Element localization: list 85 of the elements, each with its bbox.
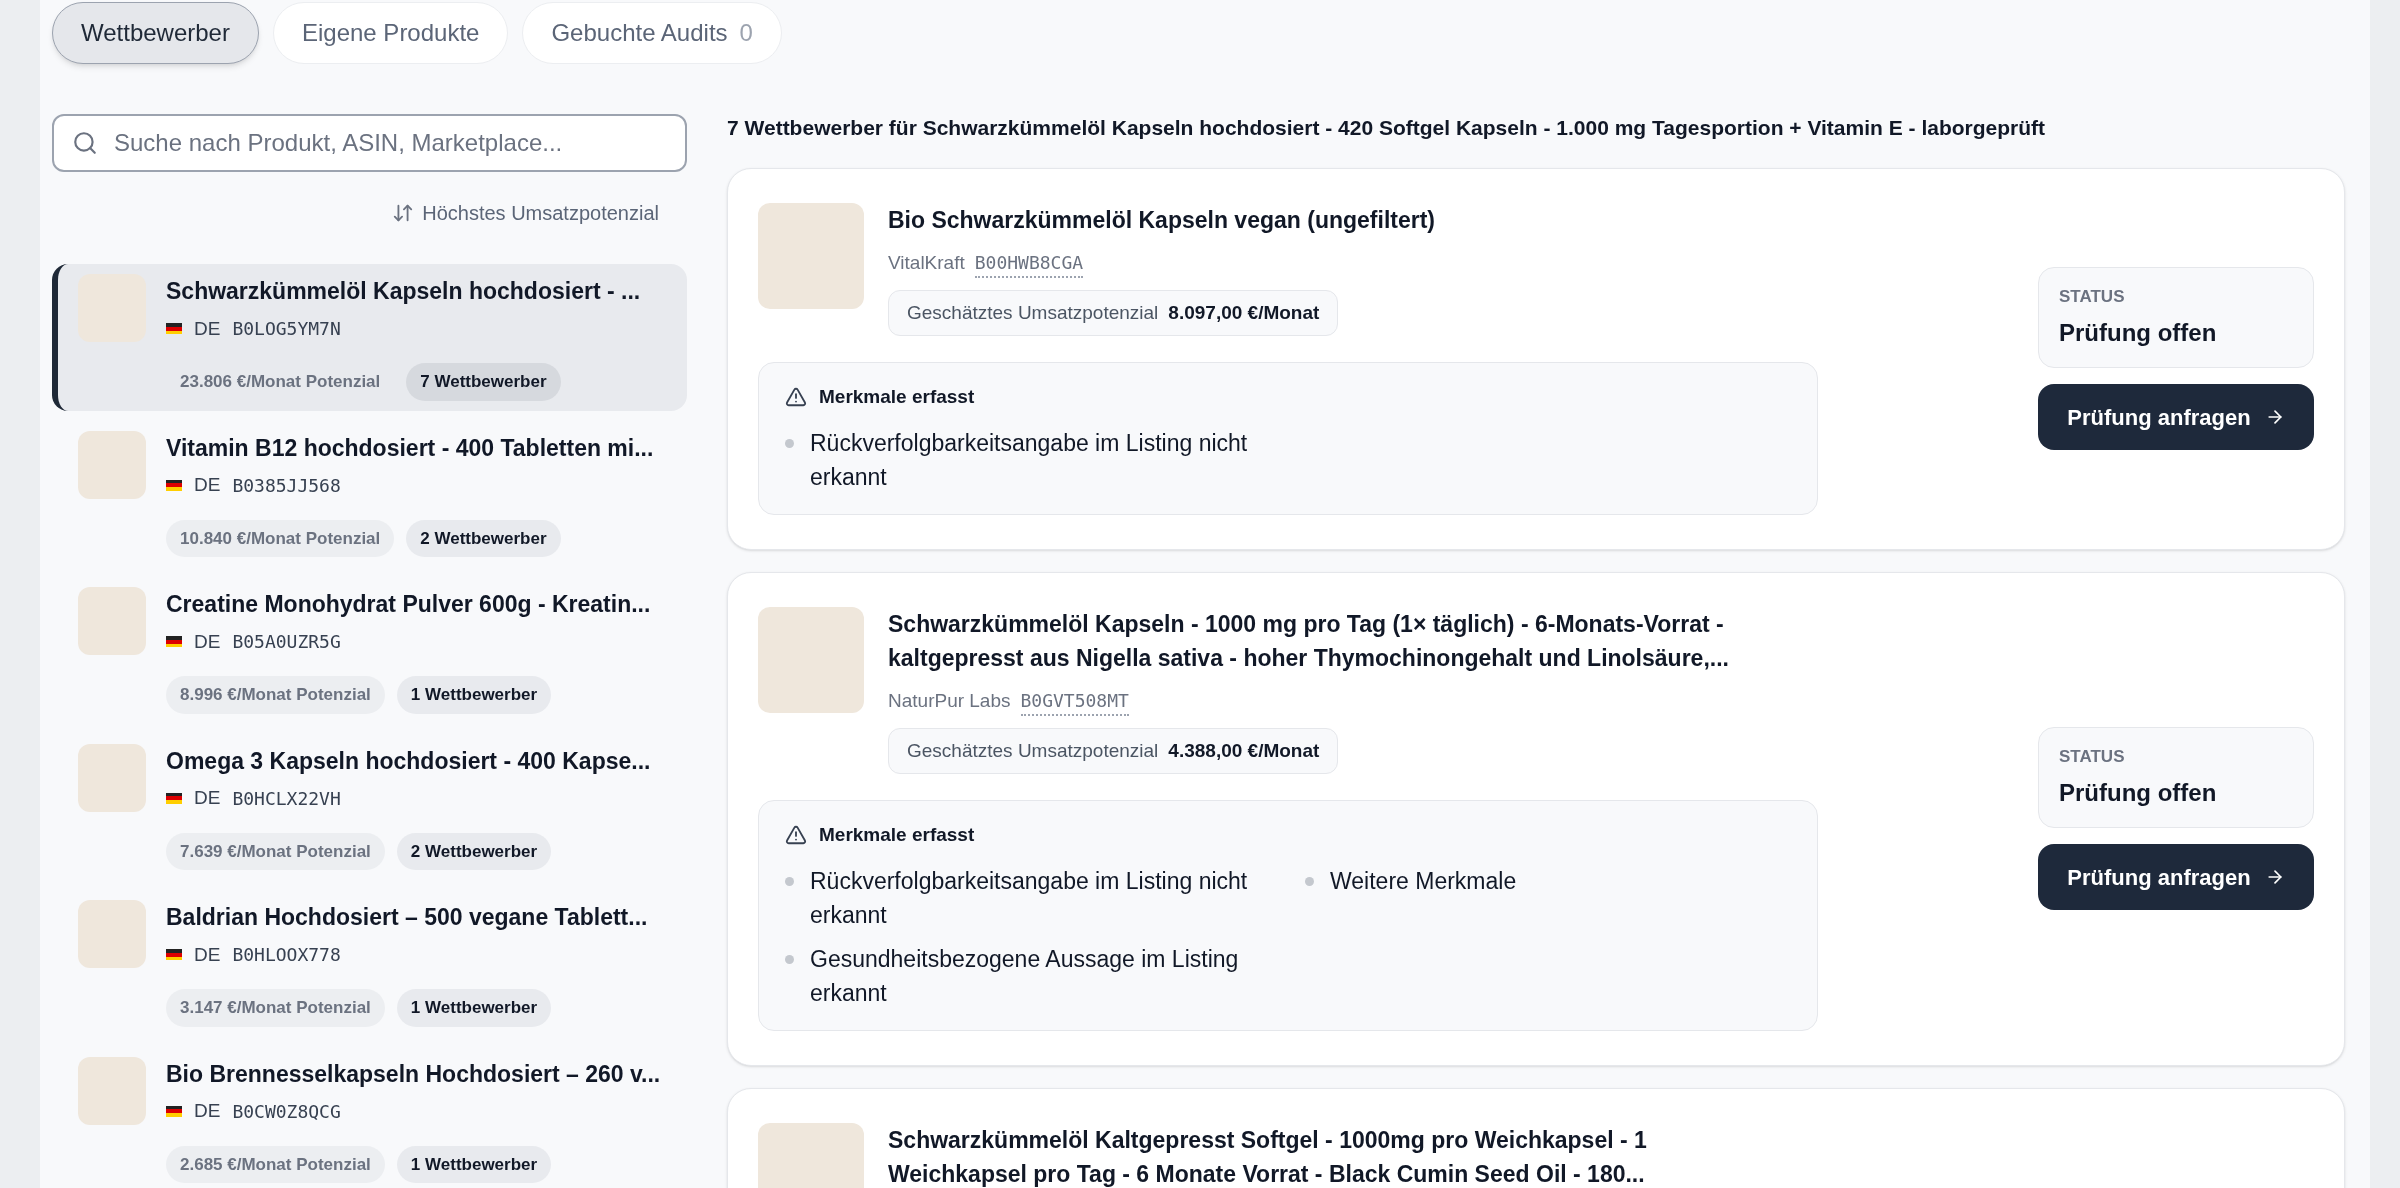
potential-text: 2.685 €/Monat Potenzial [166,1145,385,1183]
asin: B0LOG5YM7N [232,317,341,342]
request-review-button[interactable]: Prüfung anfragen [2038,844,2314,911]
flag-icon [166,479,182,491]
flag-icon [166,1105,182,1117]
brand-name: VitalKraft [888,250,965,275]
flag-icon [166,323,182,335]
product-title: Creatine Monohydrat Pulver 600g - Kreatin... [166,590,651,619]
country-code: DE [194,473,221,497]
request-review-button[interactable]: Prüfung anfragen [2038,384,2314,451]
asin: B0385JJ568 [232,473,341,498]
potential-text: 23.806 €/Monat Potenzial [179,371,382,393]
potential-text: 10.840 €/Monat Potenzial [166,519,395,557]
competitor-count-text: 1 Wettbewerber [396,1145,552,1183]
product-list-item[interactable]: Baldrian Hochdosiert – 500 vegane Tablett... DE B0HLOOX778 3.147 €/Monat Potenzial 1 Wettbewerber [52,890,687,1037]
country-code: DE [194,942,221,967]
flag-icon [166,636,182,648]
potential-value: 4.388,00 €/Monat [1168,738,1320,763]
flag-icon [166,949,182,961]
potential-text: 3.147 €/Monat Potenzial [166,989,385,1027]
country-code: DE [194,316,221,341]
bullet-icon [785,954,794,964]
product-list-item[interactable]: Schwarzkümmelöl Kapseln hochdosiert - ... DE B0LOG5YM7N 23.806 €/Monat Potenzial 7 Wettbewerber [52,264,687,411]
tab[interactable]: Gebuchte Audits 0 [522,2,782,64]
status-value: Prüfung offen [2059,318,2218,349]
product-list-item[interactable]: Creatine Monohydrat Pulver 600g - Kreatin... DE B05A0UZR5G 8.996 €/Monat Potenzial 1 Wettbewerber [52,577,687,724]
competitor-count-text: 1 Wettbewerber [396,989,552,1027]
competitor-count-text: 2 Wettbewerber [406,519,561,557]
product-title: Baldrian Hochdosiert – 500 vegane Tablett... [166,903,648,932]
feature-text: Rückverfolgbarkeitsangabe im Listing nicht erkannt [810,428,1249,492]
potential-text: 8.996 €/Monat Potenzial [166,676,385,714]
country-code: DE [194,1099,221,1123]
potential-value: 8.097,00 €/Monat [1168,300,1320,325]
bullet-icon [785,438,794,448]
product-title: Omega 3 Kapseln hochdosiert - 400 Kapse... [166,746,651,776]
status-value: Prüfung offen [2059,778,2218,809]
warning-icon [785,824,807,847]
asin: B0HCLX22VH [232,786,341,811]
product-photo [78,743,146,812]
asin: B0CW0Z8QCG [232,1099,341,1124]
sort-icon [392,202,415,224]
product-list-item[interactable]: Bio Brennesselkapseln Hochdosiert – 260 v... DE B0CW0Z8QCG 2.685 €/Monat Potenzial 1 Wettbewerber [52,1046,687,1188]
asin: B05A0UZR5G [232,630,341,655]
feature-text: Rückverfolgbarkeitsangabe im Listing nicht erkannt [810,866,1249,930]
audit-count: 0 [739,18,753,48]
potential-label: Geschätztes Umsatzpotenzial [907,300,1159,325]
asin-link[interactable]: B00HWB8CGA [974,248,1084,278]
tab[interactable]: Eigene Produkte [272,2,509,64]
competitor-title: Schwarzkümmelöl Kaltgepresst Softgel - 1000mg pro Weichkapsel - 1 Weichkapsel pro Tag - 6 Monate Vorrat - Black Cumin Seed Oil - 180... [888,1125,1648,1188]
country-code: DE [194,786,221,810]
asin: B0HLOOX778 [232,943,341,968]
status-label: STATUS [2059,285,2126,308]
bullet-icon [1305,876,1314,886]
warning-icon [785,386,807,409]
search-icon [72,130,98,156]
country-code: DE [194,629,221,654]
feature-text: Gesundheitsbezogene Aussage im Listing erkannt [810,944,1240,1008]
feature-text: Weitere Merkmale [1330,866,1518,896]
product-title: Bio Brennesselkapseln Hochdosiert – 260 v... [166,1059,661,1089]
features-title: Merkmale erfasst [819,823,975,847]
brand-name: NaturPur Labs [888,688,1011,713]
search-field[interactable]: Suche nach Produkt, ASIN, Marketplace... [52,114,687,172]
status-label: STATUS [2059,745,2126,768]
sort-button[interactable]: Höchstes Umsatzpotenzial [422,198,659,228]
product-photo [78,1056,146,1125]
page-heading: 7 Wettbewerber für Schwarzkümmelöl Kapseln hochdosiert - 420 Softgel Kapseln - 1.000 mg Tagesportion + Vitamin E - laborgeprüft [727,115,2047,141]
product-photo [78,587,146,655]
features-title: Merkmale erfasst [819,385,975,409]
competitor-count-text: 7 Wettbewerber [406,363,561,401]
potential-label: Geschätztes Umsatzpotenzial [907,738,1159,763]
product-photo [78,900,146,968]
product-photo [78,430,146,499]
product-title: Vitamin B12 hochdosiert - 400 Tabletten mi... [166,433,654,463]
competitor-title: Bio Schwarzkümmelöl Kapseln vegan (ungefiltert) [888,205,1436,235]
tab[interactable]: Wettbewerber [52,2,259,64]
flag-icon [166,792,182,804]
product-list-item[interactable]: Vitamin B12 hochdosiert - 400 Tabletten mi... DE B0385JJ568 10.840 €/Monat Potenzial 2 Wettbewerber [52,420,687,567]
asin-link[interactable]: B0GVT508MT [1020,686,1129,716]
competitor-count-text: 2 Wettbewerber [396,832,552,870]
product-list-item[interactable]: Omega 3 Kapseln hochdosiert - 400 Kapse... DE B0HCLX22VH 7.639 €/Monat Potenzial 2 Wettbewerber [52,733,687,880]
competitor-title: Schwarzkümmelöl Kapseln - 1000 mg pro Tag (1× täglich) - 6-Monats-Vorrat - kaltgepresst aus Nigella sativa - hoher Thymochinongehalt und Linolsäure,... [888,609,1730,673]
competitor-count-text: 1 Wettbewerber [396,676,552,714]
potential-text: 7.639 €/Monat Potenzial [166,832,385,870]
product-title: Schwarzkümmelöl Kapseln hochdosiert - ... [166,277,641,306]
bullet-icon [785,876,794,886]
